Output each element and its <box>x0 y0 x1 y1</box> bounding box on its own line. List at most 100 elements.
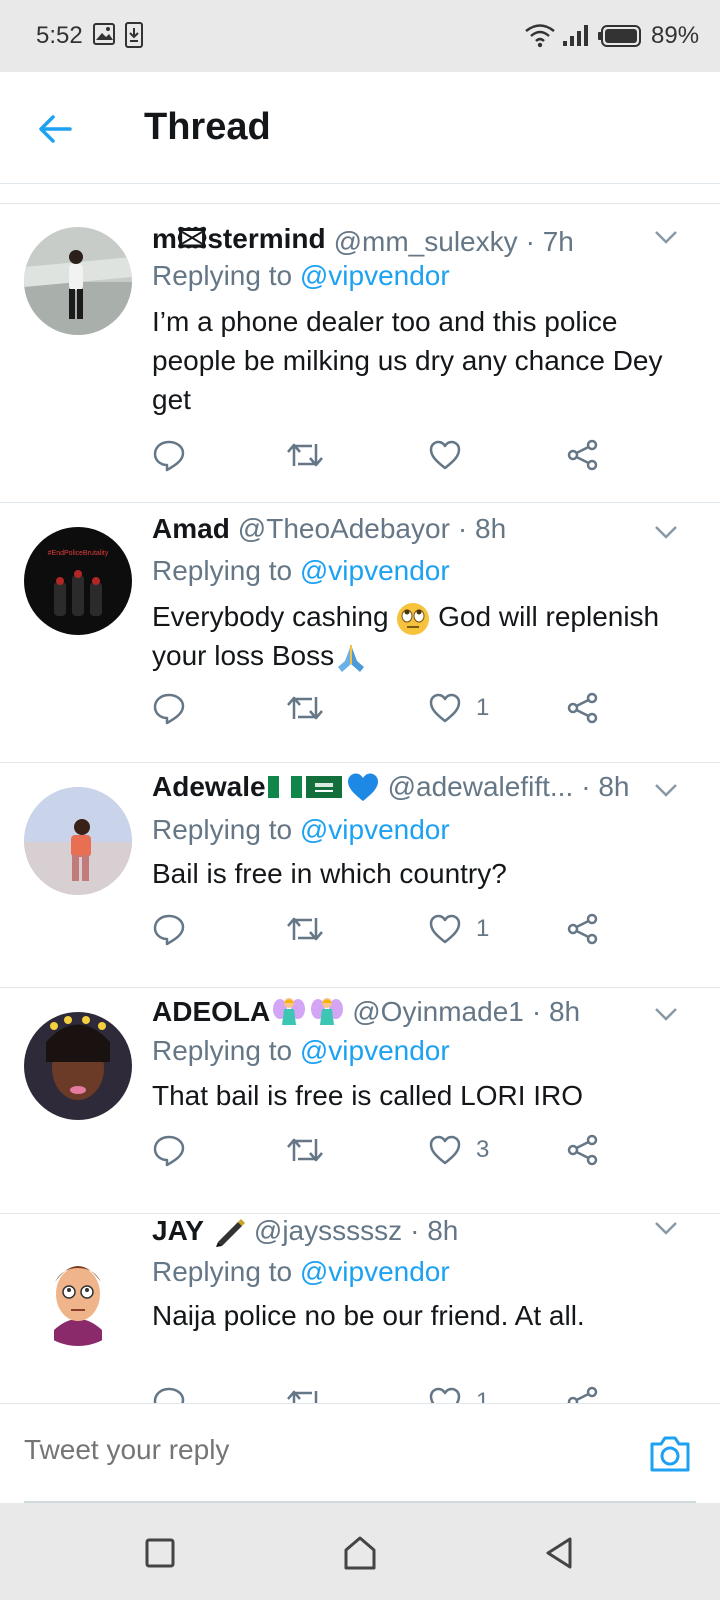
user-handle[interactable]: @jaysssssz <box>254 1215 402 1247</box>
share-icon <box>567 1134 598 1166</box>
pen-emoji-icon <box>215 1219 245 1247</box>
tweet[interactable]: Adewale @adewalefift... · 8h Replying to… <box>0 763 720 988</box>
fairy-emoji-icon <box>273 998 306 1025</box>
reply-input[interactable] <box>24 1434 584 1466</box>
avatar[interactable] <box>24 1238 132 1346</box>
share-button[interactable] <box>566 435 600 475</box>
replying-to: Replying to @vipvendor <box>152 260 450 291</box>
heart-icon <box>429 1135 461 1165</box>
share-icon <box>567 692 598 724</box>
status-time: 5:52 <box>36 22 83 49</box>
reply-icon <box>153 1135 185 1167</box>
retweet-button[interactable] <box>286 1130 324 1170</box>
tweet-header: JAY @jaysssssz · 8h <box>152 1214 640 1248</box>
user-handle[interactable]: @adewalefift... <box>388 771 574 803</box>
share-icon <box>567 1386 598 1403</box>
retweet-button[interactable] <box>286 435 324 475</box>
reply-icon <box>153 440 185 472</box>
home-icon[interactable] <box>340 1533 380 1573</box>
chevron-down-icon[interactable] <box>652 776 680 804</box>
share-icon <box>567 913 598 945</box>
share-button[interactable] <box>566 1130 600 1170</box>
reply-button[interactable] <box>152 435 186 475</box>
back-nav-icon[interactable] <box>540 1533 580 1573</box>
retweet-icon <box>287 696 323 720</box>
avatar[interactable] <box>24 787 132 895</box>
chevron-down-icon[interactable] <box>652 223 680 251</box>
mention-link[interactable]: @vipvendor <box>300 814 450 845</box>
replying-to: Replying to @vipvendor <box>152 1035 450 1066</box>
arrow-left-icon <box>39 115 72 143</box>
recent-apps-icon[interactable] <box>140 1533 180 1573</box>
retweet-icon <box>287 1138 323 1162</box>
camera-icon[interactable] <box>648 1434 692 1474</box>
tweet[interactable]: ADEOLA @Oyinmade1 · 8h Replying to @vipv… <box>0 988 720 1214</box>
battery-percentage: 89% <box>651 22 700 49</box>
chevron-down-icon[interactable] <box>652 518 680 546</box>
like-button[interactable]: 3 <box>428 1130 489 1170</box>
replying-to: Replying to @vipvendor <box>152 814 450 845</box>
reply-icon <box>153 693 185 725</box>
avatar[interactable]: #EndPoliceBrutality <box>24 527 132 635</box>
mention-link[interactable]: @vipvendor <box>300 1035 450 1066</box>
user-handle[interactable]: @TheoAdebayor <box>238 513 450 545</box>
eye-roll-emoji-icon <box>397 602 430 635</box>
avatar[interactable] <box>24 227 132 335</box>
user-handle[interactable]: @mm_sulexky <box>334 226 518 258</box>
replying-to: Replying to @vipvendor <box>152 555 450 586</box>
tweet[interactable]: #EndPoliceBrutality Amad @TheoAdebayor ·… <box>0 503 720 763</box>
retweet-icon <box>287 443 323 467</box>
tweet-actions <box>152 435 632 475</box>
chevron-down-icon[interactable] <box>652 1214 680 1242</box>
mention-link[interactable]: @vipvendor <box>300 1256 450 1287</box>
display-name[interactable]: JAY <box>152 1215 204 1247</box>
display-name[interactable]: ADEOLA <box>152 996 270 1028</box>
retweet-button[interactable] <box>286 1382 324 1403</box>
mention-link[interactable]: @vipvendor <box>300 260 450 291</box>
tweet-time: · 8h <box>581 771 630 802</box>
praying-hands-emoji-icon <box>338 644 365 672</box>
tweet-text: That bail is free is called LORI IRO <box>152 1080 584 1111</box>
heart-icon <box>429 440 461 470</box>
tweet-actions: 3 <box>152 1130 632 1170</box>
tweet[interactable]: JAY @jaysssssz · 8h Replying to @vipvend… <box>0 1214 720 1403</box>
retweet-button[interactable] <box>286 688 324 728</box>
tweet-text: Bail is free in which country? <box>152 858 507 889</box>
fairy-emoji-icon <box>311 998 344 1025</box>
reply-button[interactable] <box>152 1382 186 1403</box>
gallery-icon <box>93 23 115 45</box>
display-name[interactable]: Adewale <box>152 771 266 803</box>
retweet-button[interactable] <box>286 909 324 949</box>
like-button[interactable]: 1 <box>428 688 489 728</box>
tweet-header: Amad @TheoAdebayor · 8h <box>152 513 640 545</box>
display-name[interactable]: Amad <box>152 513 230 545</box>
display-name[interactable]: m🖾stermind <box>152 218 326 266</box>
reply-icon <box>153 914 185 946</box>
share-button[interactable] <box>566 688 600 728</box>
back-button[interactable] <box>34 108 76 150</box>
reply-button[interactable] <box>152 909 186 949</box>
avatar[interactable] <box>24 1012 132 1120</box>
reply-button[interactable] <box>152 688 186 728</box>
nigeria-flag-emoji-icon <box>267 776 302 798</box>
user-handle[interactable]: @Oyinmade1 <box>352 996 524 1028</box>
tweet-text: Everybody cashing God will replenish you… <box>152 597 692 675</box>
like-button[interactable]: 1 <box>428 909 489 949</box>
share-button[interactable] <box>566 909 600 949</box>
share-button[interactable] <box>566 1382 600 1403</box>
download-icon <box>125 22 143 48</box>
tweet-actions: 1 <box>152 909 632 949</box>
mention-link[interactable]: @vipvendor <box>300 555 450 586</box>
like-button[interactable] <box>428 435 476 475</box>
reply-button[interactable] <box>152 1130 186 1170</box>
chevron-down-icon[interactable] <box>652 1000 680 1028</box>
page-title: Thread <box>144 106 271 148</box>
tweet-time: · 8h <box>531 996 581 1027</box>
like-button[interactable]: 1 <box>428 1382 489 1403</box>
battery-icon <box>598 25 641 47</box>
heart-icon <box>429 693 461 723</box>
like-count: 3 <box>476 1136 490 1163</box>
reply-composer <box>0 1403 720 1503</box>
tweet[interactable]: m🖾stermind @mm_sulexky · 7h Replying to … <box>0 204 720 503</box>
like-count: 1 <box>476 694 490 721</box>
